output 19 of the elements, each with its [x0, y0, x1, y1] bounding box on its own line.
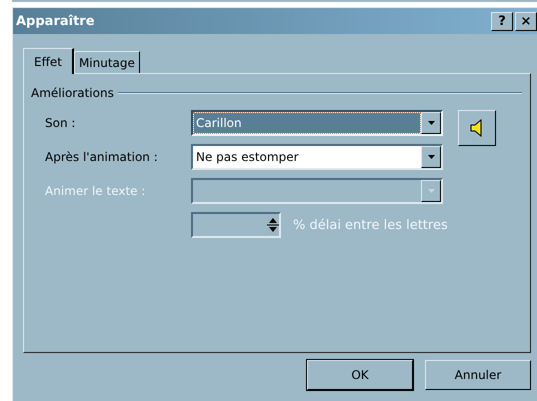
group-title: Améliorations — [31, 86, 114, 100]
spin-label: % délai entre les lettres — [293, 218, 448, 232]
dropdown-arrow-icon — [428, 189, 434, 193]
speaker-icon — [470, 119, 484, 137]
cancel-button[interactable]: Annuler — [425, 360, 531, 390]
ok-button[interactable]: OK — [307, 360, 413, 390]
close-button[interactable]: × — [515, 12, 537, 30]
tab[interactable]: Effet — [23, 48, 74, 74]
field-label: Après l'animation : — [45, 150, 159, 164]
dropdown[interactable]: Ne pas estomper — [191, 144, 443, 170]
sound-button[interactable] — [458, 110, 496, 146]
window-title: Apparaître — [16, 14, 95, 28]
tab[interactable]: Minutage — [74, 51, 140, 73]
dropdown[interactable]: Carillon — [191, 110, 443, 136]
field-label: Animer le texte : — [45, 184, 146, 198]
dropdown-arrow-icon — [428, 121, 434, 125]
help-button[interactable]: ? — [491, 12, 513, 30]
field-label: Son : — [45, 116, 76, 130]
dropdown-arrow-icon — [428, 155, 434, 159]
